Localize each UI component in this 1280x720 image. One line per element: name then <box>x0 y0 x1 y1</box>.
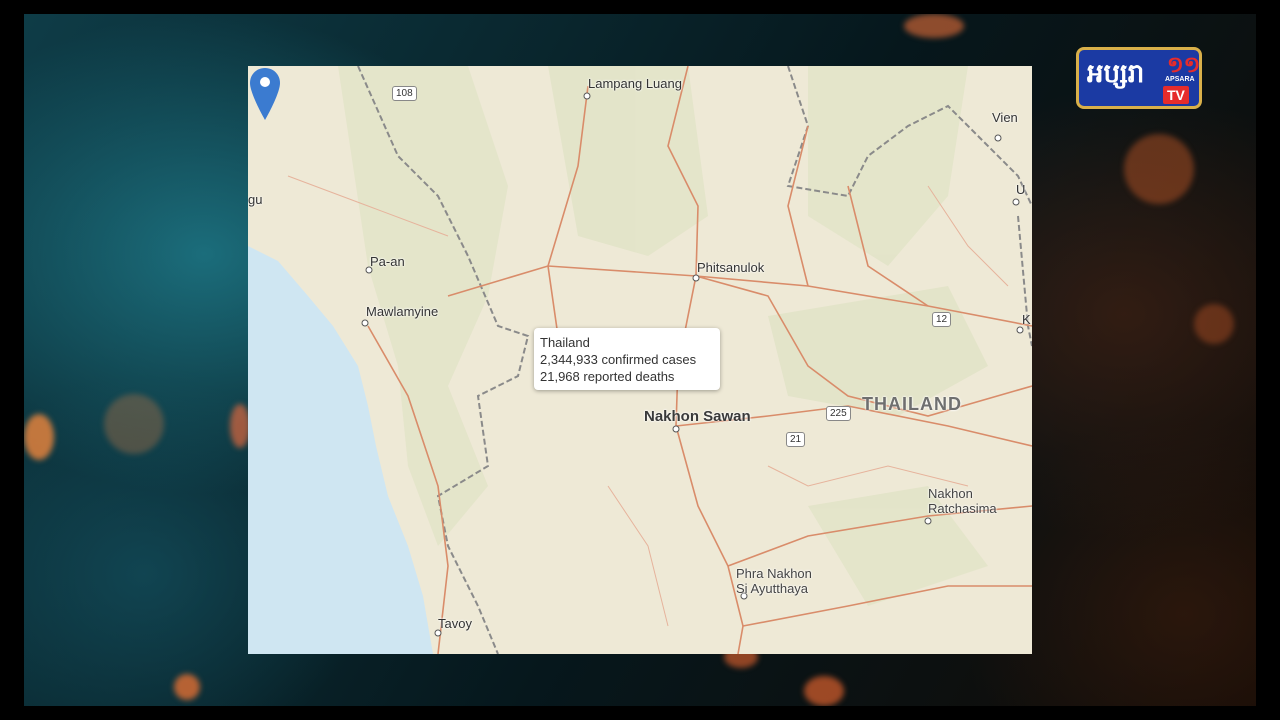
bokeh-light <box>104 394 164 454</box>
logo-text: អប្សរា <box>1087 58 1145 88</box>
map-pin-icon[interactable] <box>248 66 282 122</box>
route-shield-225: 225 <box>826 406 851 421</box>
label-mawlamyine: Mawlamyine <box>366 304 439 319</box>
label-thailand: THAILAND <box>862 394 962 414</box>
label-phra-nakhon-si-ayutthaya: Phra Nakhon Si Ayutthaya <box>736 566 812 596</box>
label-lampang-luang: Lampang Luang <box>588 76 682 91</box>
bokeh-light <box>804 676 844 706</box>
logo-number: ១១ <box>1167 52 1201 77</box>
map-view[interactable]: Lampang Luang Vien U K gu Pa-an Mawlamyi… <box>248 66 1032 654</box>
bokeh-light <box>230 404 250 448</box>
label-pa-an: Pa-an <box>370 254 405 269</box>
label-k: K <box>1022 312 1031 327</box>
label-nakhon-sawan: Nakhon Sawan <box>644 408 751 425</box>
route-shield-12: 12 <box>932 312 952 327</box>
label-nakhon-ratchasima: Nakhon Ratchasima <box>928 486 997 516</box>
label-u: U <box>1016 182 1026 197</box>
label-vientiane: Vien <box>992 110 1018 125</box>
route-shield-21: 21 <box>786 432 806 447</box>
country-popup[interactable]: Thailand 2,344,933 confirmed cases 21,96… <box>534 328 720 390</box>
logo-tv: TV <box>1163 86 1189 104</box>
label-tavoy: Tavoy <box>438 616 472 631</box>
label-phitsanulok: Phitsanulok <box>697 260 765 275</box>
bokeh-light <box>1124 134 1194 204</box>
label-gu: gu <box>248 192 263 207</box>
popup-country: Thailand <box>540 335 590 350</box>
route-shield-108: 108 <box>392 86 417 101</box>
bokeh-light <box>1194 304 1234 344</box>
popup-reported-deaths: 21,968 reported deaths <box>540 369 675 384</box>
bokeh-light <box>174 674 200 700</box>
bokeh-light <box>904 14 964 38</box>
logo-small-text: APSARA <box>1165 76 1195 83</box>
channel-logo: អប្សរា ១១ APSARA TV <box>1076 47 1202 109</box>
bokeh-light <box>24 414 54 460</box>
popup-confirmed-cases: 2,344,933 confirmed cases <box>540 352 697 367</box>
